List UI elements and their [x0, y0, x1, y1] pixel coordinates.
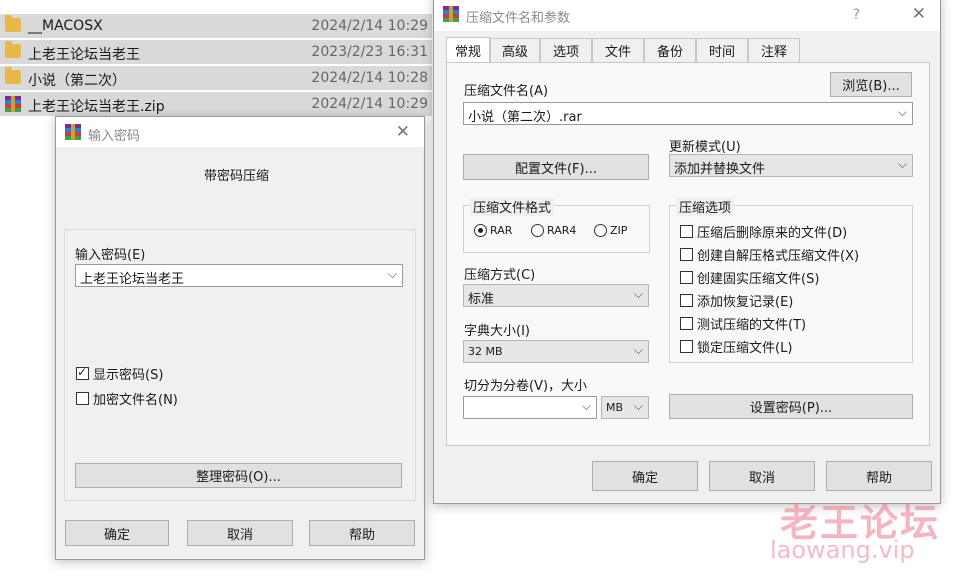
tab-time[interactable]: 时间 [696, 38, 748, 62]
cancel-button[interactable]: 取消 [187, 520, 293, 546]
file-name: 小说（第二次） [28, 73, 126, 89]
checkbox-unchecked [680, 340, 693, 353]
browse-button[interactable]: 浏览(B)... [830, 72, 912, 97]
compression-method-select[interactable]: 标准 ⌵ [463, 284, 649, 307]
file-name: 上老王论坛当老王 [28, 47, 140, 63]
set-password-button[interactable]: 设置密码(P)... [669, 394, 913, 419]
tab-files[interactable]: 文件 [592, 38, 644, 62]
file-row[interactable]: 小说（第二次） 2024/2/14 10:28 [0, 66, 432, 90]
chevron-down-icon: ⌵ [633, 343, 643, 357]
file-name: __MACOSX [28, 18, 103, 34]
format-rar4-radio[interactable]: RAR4 [531, 224, 576, 237]
compression-method-label: 压缩方式(C) [464, 268, 536, 283]
password-label: 输入密码(E) [75, 248, 146, 263]
checkbox-unchecked [680, 317, 693, 330]
solid-checkbox[interactable]: 创建固实压缩文件(S) [680, 268, 819, 287]
help-icon[interactable]: ? [853, 7, 860, 23]
folder-icon [5, 41, 21, 58]
checkbox-unchecked [680, 225, 693, 238]
chevron-down-icon: ⌵ [633, 399, 643, 413]
update-mode-label: 更新模式(U) [669, 140, 741, 155]
winrar-icon [5, 96, 21, 112]
checkbox-unchecked [76, 392, 89, 405]
checkbox-checked [76, 365, 89, 380]
lock-archive-checkbox[interactable]: 锁定压缩文件(L) [680, 337, 792, 356]
encrypt-filenames-checkbox[interactable]: 加密文件名(N) [76, 389, 178, 408]
dialog-title: 压缩文件名和参数 [466, 11, 571, 26]
cancel-button[interactable]: 取消 [709, 461, 815, 491]
radio-unselected [594, 224, 607, 237]
dialog-title: 输入密码 [88, 129, 141, 144]
split-size-input[interactable]: ⌵ [463, 396, 597, 419]
split-volumes-label: 切分为分卷(V)，大小 [464, 379, 588, 394]
checkbox-unchecked [680, 248, 693, 261]
password-heading: 带密码压缩 [204, 169, 270, 184]
organize-passwords-button[interactable]: 整理密码(O)... [75, 463, 402, 488]
winrar-icon [443, 6, 459, 22]
profiles-button[interactable]: 配置文件(F)... [463, 154, 649, 180]
radio-unselected [531, 224, 544, 237]
archive-name-input[interactable]: 小说（第二次）.rar ⌵ [463, 102, 913, 125]
chevron-down-icon[interactable]: ⌵ [898, 105, 907, 120]
file-name: 上老王论坛当老王.zip [28, 99, 165, 115]
tab-backup[interactable]: 备份 [644, 38, 696, 62]
dictionary-size-select[interactable]: 32 MB ⌵ [463, 340, 649, 363]
dictionary-size-label: 字典大小(I) [464, 324, 530, 339]
split-unit-select[interactable]: MB ⌵ [601, 396, 649, 419]
chevron-down-icon[interactable]: ⌵ [582, 399, 591, 414]
update-mode-select[interactable]: 添加并替换文件 ⌵ [669, 154, 913, 177]
file-row[interactable]: __MACOSX 2024/2/14 10:29 [0, 14, 432, 38]
format-zip-radio[interactable]: ZIP [594, 224, 627, 237]
help-button[interactable]: 帮助 [826, 461, 932, 491]
tab-advanced[interactable]: 高级 [490, 38, 540, 62]
test-files-checkbox[interactable]: 测试压缩的文件(T) [680, 314, 806, 333]
chevron-down-icon: ⌵ [633, 287, 643, 301]
watermark-url: laowang.vip [770, 536, 915, 564]
tab-comment[interactable]: 注释 [748, 38, 800, 62]
archive-dialog-titlebar: 压缩文件名和参数 ? ✕ [434, 0, 940, 31]
file-date: 2024/2/14 10:29 [311, 96, 428, 112]
chevron-down-icon[interactable]: ⌵ [388, 267, 397, 282]
show-password-checkbox[interactable]: 显示密码(S) [76, 364, 163, 383]
tab-general[interactable]: 常规 [446, 37, 490, 63]
chevron-down-icon: ⌵ [897, 157, 907, 171]
format-rar-radio[interactable]: RAR [474, 224, 512, 237]
help-button[interactable]: 帮助 [309, 520, 415, 546]
password-dialog: 输入密码 ✕ 带密码压缩 输入密码(E) 上老王论坛当老王 ⌵ 显示密码(S) … [55, 116, 425, 560]
password-dialog-titlebar: 输入密码 ✕ [56, 117, 424, 147]
recovery-record-checkbox[interactable]: 添加恢复记录(E) [680, 291, 793, 310]
radio-selected [474, 224, 487, 237]
folder-icon [5, 15, 21, 32]
file-date: 2023/2/23 16:31 [311, 44, 428, 60]
file-row[interactable]: 上老王论坛当老王.zip 2024/2/14 10:29 [0, 92, 432, 116]
file-date: 2024/2/14 10:28 [311, 70, 428, 86]
ok-button[interactable]: 确定 [592, 461, 698, 491]
file-row[interactable]: 上老王论坛当老王 2023/2/23 16:31 [0, 40, 432, 64]
sfx-checkbox[interactable]: 创建自解压格式压缩文件(X) [680, 245, 859, 264]
close-icon[interactable]: ✕ [396, 122, 410, 142]
checkbox-unchecked [680, 271, 693, 284]
close-icon[interactable]: ✕ [912, 4, 926, 24]
archive-name-label: 压缩文件名(A) [464, 84, 549, 99]
password-input[interactable]: 上老王论坛当老王 ⌵ [75, 264, 403, 287]
ok-button[interactable]: 确定 [65, 520, 169, 546]
folder-icon [5, 67, 21, 84]
checkbox-unchecked [680, 294, 693, 307]
winrar-icon [65, 124, 81, 140]
file-date: 2024/2/14 10:29 [311, 18, 428, 34]
tab-options[interactable]: 选项 [540, 38, 592, 62]
delete-after-checkbox[interactable]: 压缩后删除原来的文件(D) [680, 222, 847, 241]
